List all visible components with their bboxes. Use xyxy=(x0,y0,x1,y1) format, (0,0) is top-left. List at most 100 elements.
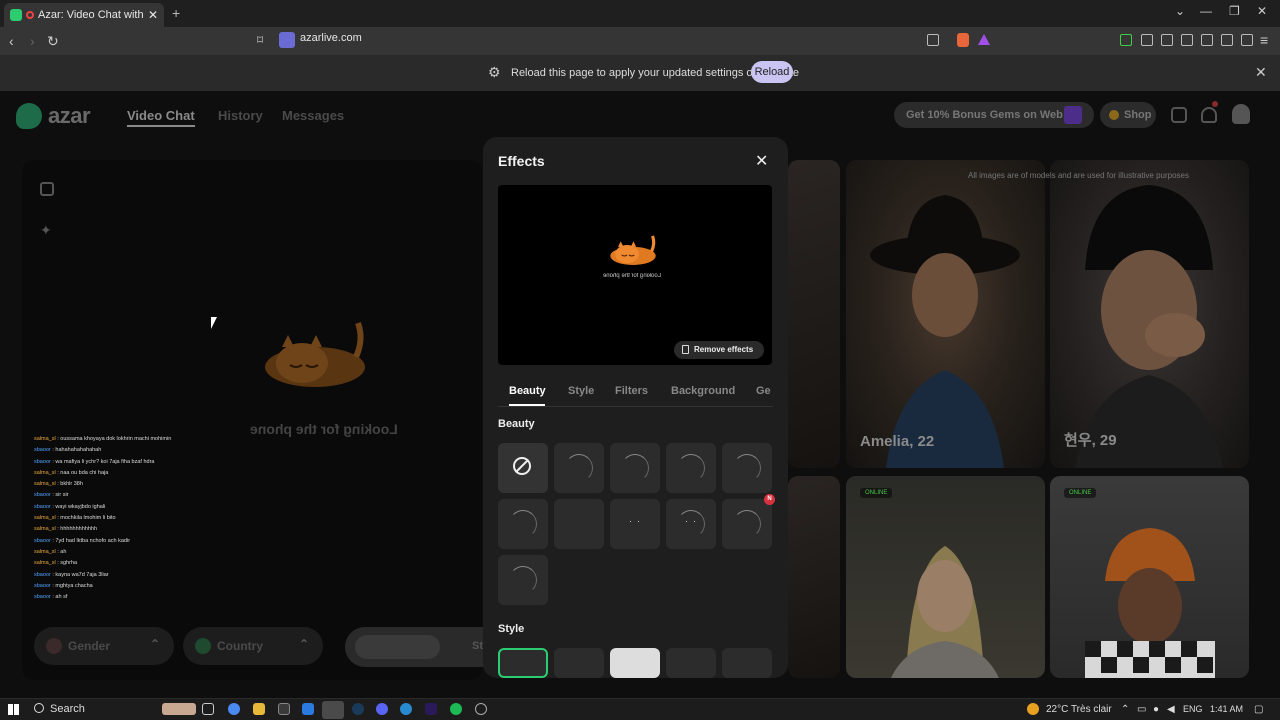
music-icon[interactable] xyxy=(1161,34,1173,46)
forward-icon[interactable]: › xyxy=(30,33,35,49)
nav-history[interactable]: History xyxy=(218,108,263,123)
style-effect-tile[interactable] xyxy=(722,648,772,678)
tab-filters[interactable]: Filters xyxy=(615,385,648,397)
tab-close-icon[interactable]: ✕ xyxy=(148,8,158,22)
brave-shield-icon[interactable] xyxy=(957,33,969,47)
notice-close-icon[interactable]: ✕ xyxy=(1255,64,1267,81)
weather-text[interactable]: 22°C Très clair xyxy=(1046,704,1112,715)
effects-modal: Effects ✕ Looking for the phone Remove e… xyxy=(483,137,788,678)
tab-beauty[interactable]: Beauty xyxy=(509,385,546,397)
browser-tab[interactable]: Azar: Video Chat with New P ✕ xyxy=(4,3,164,27)
avatar[interactable] xyxy=(1232,104,1250,124)
loading-spinner-icon xyxy=(565,454,593,482)
task-view-icon[interactable] xyxy=(202,703,214,715)
gender-label: Gender xyxy=(68,639,111,653)
minimize-icon[interactable]: — xyxy=(1200,4,1212,18)
chat-text: kayna wa7d 7aja 3liar xyxy=(55,571,109,578)
restore-icon[interactable]: ❐ xyxy=(1229,4,1240,18)
menu-icon[interactable]: ≡ xyxy=(1260,32,1268,48)
browser-icon[interactable] xyxy=(400,703,412,715)
trash-icon xyxy=(682,345,689,354)
tab-background[interactable]: Background xyxy=(671,385,735,397)
refresh-icon[interactable]: ↻ xyxy=(47,33,59,50)
edge-icon[interactable] xyxy=(302,703,314,715)
beauty-effect-tile[interactable] xyxy=(554,499,604,549)
inbox-icon[interactable] xyxy=(1171,107,1187,123)
style-effect-tile[interactable] xyxy=(498,648,548,678)
disclaimer-text: All images are of models and are used fo… xyxy=(968,171,1189,180)
network-icon[interactable]: ▭ xyxy=(1137,704,1146,715)
taskbar-search[interactable]: Search xyxy=(50,703,85,715)
sidebar-icon[interactable] xyxy=(1181,34,1193,46)
style-effect-tile[interactable] xyxy=(610,648,660,678)
magic-wand-icon[interactable]: ✦ xyxy=(40,222,52,239)
leo-icon[interactable] xyxy=(1221,34,1233,46)
tab-style[interactable]: Style xyxy=(568,385,594,397)
spotify-icon[interactable] xyxy=(450,703,462,715)
brave-taskbar-icon[interactable] xyxy=(322,701,344,719)
style-effect-tile[interactable] xyxy=(666,648,716,678)
cast-icon[interactable] xyxy=(927,34,939,46)
profile-caption: Amelia, 22 xyxy=(860,433,935,450)
language-indicator[interactable]: ENG xyxy=(1183,704,1203,714)
beauty-effect-tile[interactable] xyxy=(722,443,772,493)
extension-icon[interactable] xyxy=(1120,34,1132,46)
gear-icon: ⚙ xyxy=(488,64,501,80)
beauty-effect-tile[interactable]: N xyxy=(722,494,775,549)
nav-video-chat[interactable]: Video Chat xyxy=(127,108,195,127)
chat-text: hahahahahahahah xyxy=(55,447,102,454)
microphone-icon[interactable]: ● xyxy=(1153,704,1159,715)
chat-message: salma_sl : sghrha xyxy=(34,558,274,569)
back-icon[interactable]: ‹ xyxy=(9,33,14,49)
bonus-gems-button[interactable]: Get 10% Bonus Gems on Web! xyxy=(894,102,1094,128)
chat-message: sbaoor : ah sf xyxy=(34,592,274,603)
chat-username: salma_sl xyxy=(34,526,56,533)
beauty-effect-tile[interactable]: ·· xyxy=(610,499,660,549)
azar-logo[interactable]: azar xyxy=(16,103,91,129)
beauty-effect-tile[interactable] xyxy=(554,443,604,493)
brave-rewards-icon[interactable] xyxy=(978,34,990,45)
beauty-effect-tile[interactable] xyxy=(498,555,548,605)
bell-icon[interactable] xyxy=(1201,107,1217,123)
new-tab-button[interactable]: + xyxy=(172,5,180,21)
store-icon[interactable] xyxy=(278,703,290,715)
vpn-icon[interactable] xyxy=(1241,34,1253,46)
chevron-up-icon[interactable]: ⌃ xyxy=(1121,704,1129,715)
notifications-icon[interactable]: ▢ xyxy=(1254,704,1263,715)
file-explorer-icon[interactable] xyxy=(253,703,265,715)
url-text[interactable]: azarlive.com xyxy=(300,32,362,44)
windows-start-icon[interactable] xyxy=(8,704,19,715)
steam-icon[interactable] xyxy=(352,703,364,715)
puzzle-icon[interactable] xyxy=(1141,34,1153,46)
bookmark-icon[interactable]: ⌑ xyxy=(257,33,263,47)
remove-effects-button[interactable]: Remove effects xyxy=(674,341,764,359)
widgets-icon[interactable] xyxy=(162,703,196,715)
logo-text: azar xyxy=(48,103,91,128)
section-style-heading: Style xyxy=(498,623,525,635)
profile-card: ONLINE xyxy=(1050,476,1249,678)
reload-button[interactable]: Reload xyxy=(751,61,793,83)
style-effect-tile[interactable] xyxy=(554,648,604,678)
window-close-icon[interactable]: ✕ xyxy=(1257,4,1267,18)
country-filter[interactable]: Country ⌃ xyxy=(183,627,323,665)
beauty-effect-tile[interactable]: ·· xyxy=(666,499,716,549)
clock[interactable]: 1:41 AM xyxy=(1210,704,1243,714)
beauty-effect-tile[interactable] xyxy=(498,499,548,549)
shop-button[interactable]: Shop xyxy=(1100,102,1156,128)
beauty-effect-tile[interactable] xyxy=(666,443,716,493)
nav-messages[interactable]: Messages xyxy=(282,108,344,123)
obs-icon[interactable] xyxy=(475,703,487,715)
tab-more[interactable]: Ge xyxy=(756,385,771,397)
volume-icon[interactable]: ◀ xyxy=(1167,704,1175,715)
wallet-icon[interactable] xyxy=(1201,34,1213,46)
tab-list-icon[interactable]: ⌄ xyxy=(1175,4,1185,18)
chat-text: ah xyxy=(60,548,67,555)
beauty-effect-tile[interactable] xyxy=(610,443,660,493)
discord-icon[interactable] xyxy=(376,703,388,715)
close-icon[interactable]: ✕ xyxy=(755,151,768,171)
copilot-icon[interactable] xyxy=(228,703,240,715)
dice-icon[interactable] xyxy=(40,182,54,196)
gender-filter[interactable]: Gender ⌃ xyxy=(34,627,174,665)
premiere-icon[interactable] xyxy=(425,703,437,715)
no-effect-tile[interactable] xyxy=(498,443,548,493)
